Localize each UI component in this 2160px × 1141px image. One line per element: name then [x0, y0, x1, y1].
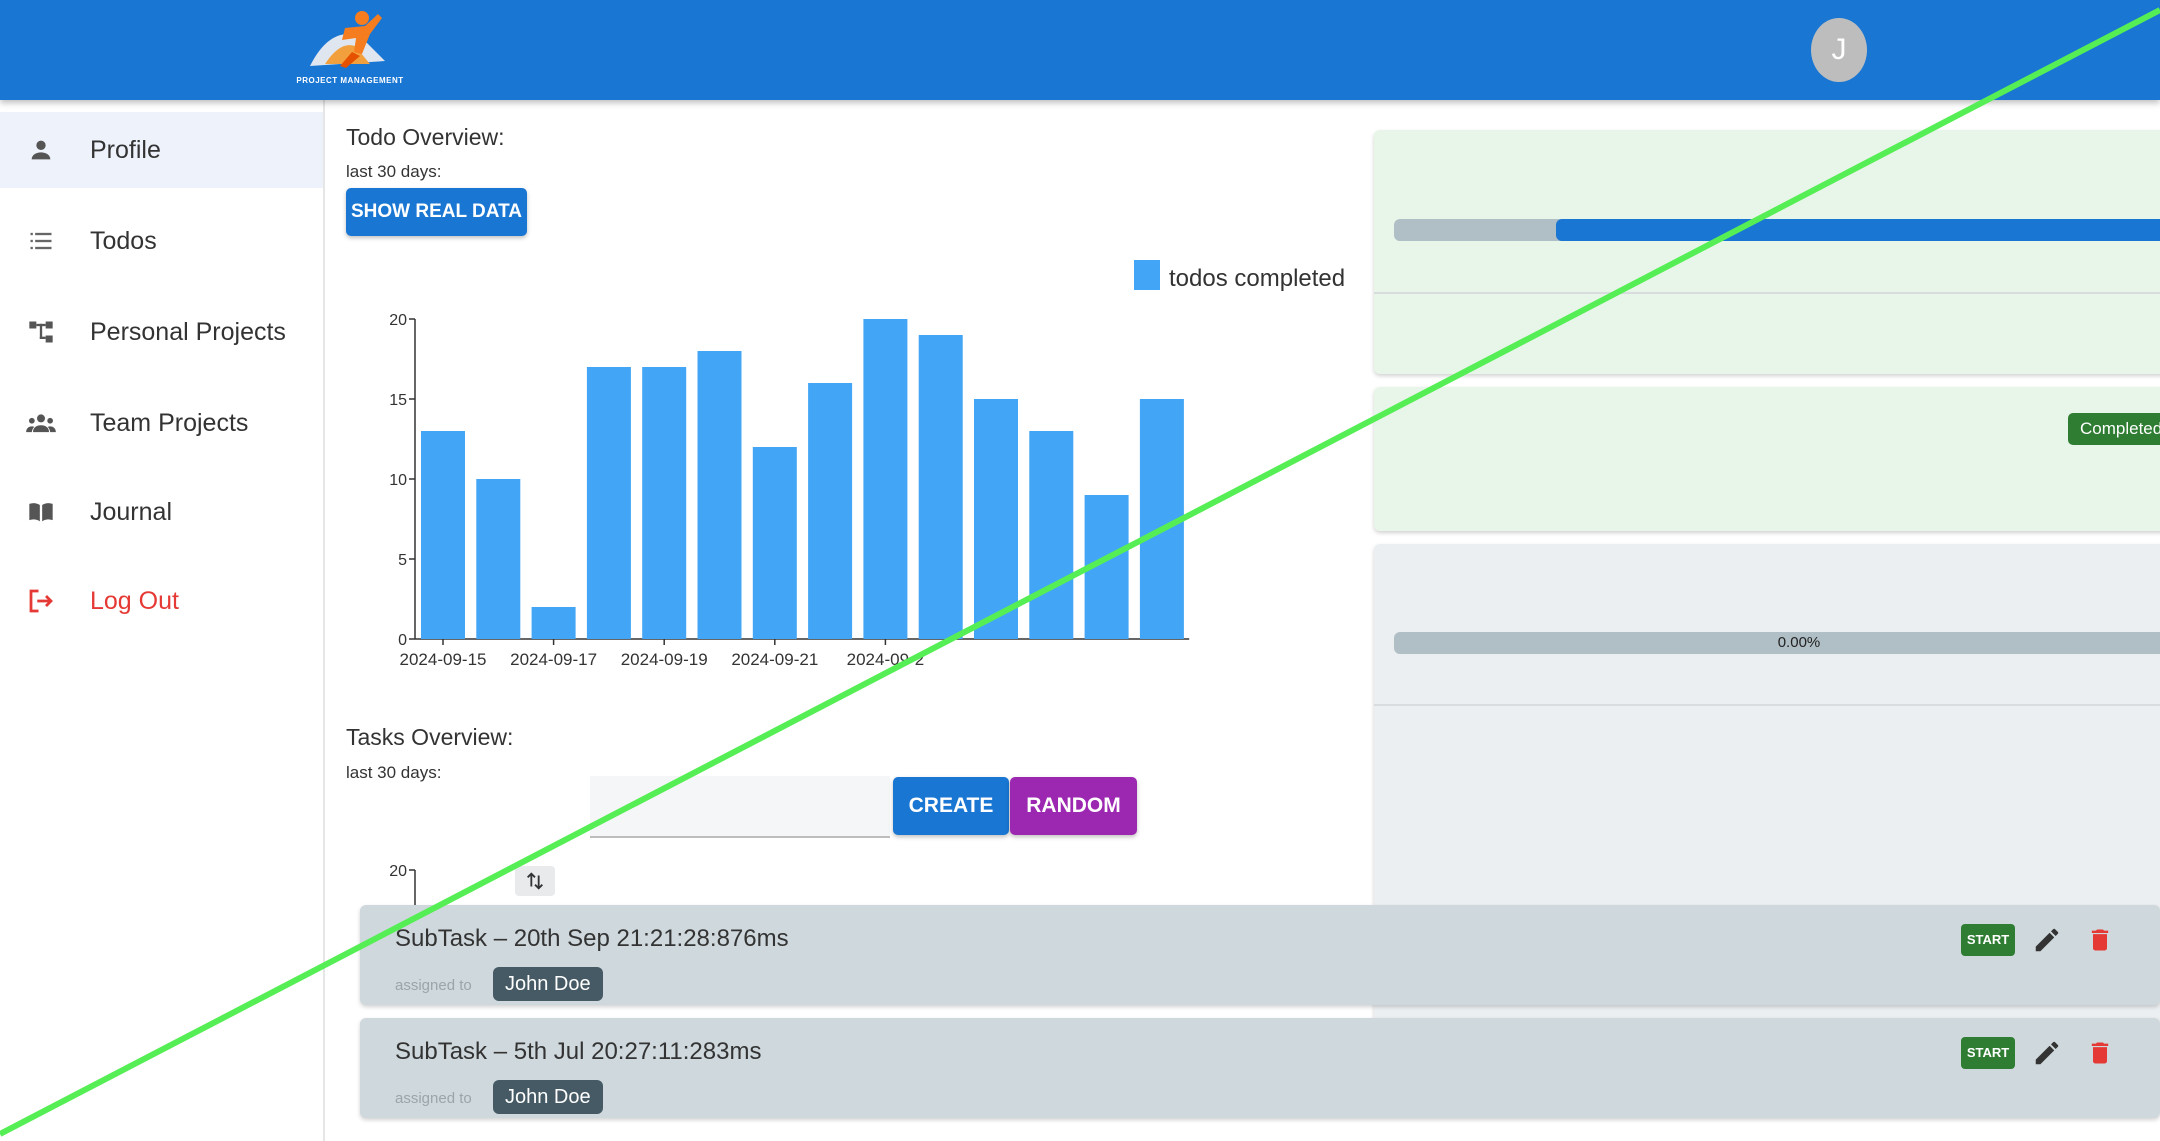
todo-card[interactable]: [1374, 130, 2160, 374]
edit-pencil-icon[interactable]: [2030, 923, 2064, 957]
sort-arrows-icon: [527, 872, 543, 890]
sidebar-item-label: Log Out: [90, 586, 179, 615]
todo-card[interactable]: Completed: [1374, 387, 2160, 531]
book-icon: [24, 495, 58, 529]
sidebar-item-label: Profile: [90, 135, 161, 164]
start-button[interactable]: START: [1961, 924, 2015, 956]
legend-swatch: [1134, 260, 1160, 290]
progress-bar: 0.00%: [1394, 632, 2160, 654]
assigned-label: assigned to: [395, 1090, 472, 1107]
bar-2024-09-17: [531, 607, 576, 639]
assigned-label: assigned to: [395, 977, 472, 994]
random-button[interactable]: RANDOM: [1010, 777, 1137, 835]
progress-text: 0.00%: [1777, 634, 1821, 651]
tasks-overview-title: Tasks Overview:: [346, 724, 514, 750]
user-avatar[interactable]: J: [1811, 18, 1867, 82]
create-button[interactable]: CREATE: [893, 777, 1009, 835]
bar-2024-09-25: [974, 399, 1018, 639]
top-app-bar: PROJECT MANAGEMENT J: [0, 0, 2160, 100]
status-badge: Completed: [2068, 413, 2160, 445]
logo-text: PROJECT MANAGEMENT: [296, 76, 404, 85]
x-tick-label: 2024-09-17: [510, 650, 597, 669]
bar-2024-09-28: [1139, 399, 1184, 639]
bar-2024-09-27: [1084, 495, 1129, 639]
sidebar-item-todos[interactable]: Todos: [0, 203, 323, 279]
sidebar-item-label: Team Projects: [90, 408, 249, 437]
y-tick-label: 10: [389, 472, 407, 489]
bar-2024-09-19: [642, 367, 687, 639]
sidebar-item-profile[interactable]: Profile: [0, 112, 323, 188]
x-tick-label: 2024-09-2: [847, 650, 925, 669]
sort-button[interactable]: [515, 866, 555, 896]
subtask-title: SubTask – 20th Sep 21:21:28:876ms: [395, 925, 789, 952]
y-tick-label: 15: [389, 392, 407, 409]
legend-label: todos completed: [1169, 265, 1345, 292]
main-content: Completed 0.00% Todo Overview: last 30 d…: [327, 100, 2160, 1141]
subtask-title: SubTask – 5th Jul 20:27:11:283ms: [395, 1038, 762, 1065]
delete-icon[interactable]: [2083, 1036, 2117, 1070]
progress-bar: [1394, 219, 2160, 241]
logout-icon: [24, 584, 58, 618]
subtask-item[interactable]: SubTask – 20th Sep 21:21:28:876ms assign…: [360, 905, 2160, 1005]
bar-2024-09-18: [586, 367, 631, 639]
new-task-input[interactable]: [590, 776, 830, 836]
person-icon: [24, 133, 58, 167]
bar-2024-09-24: [918, 335, 963, 639]
x-tick-label: 2024-09-21: [731, 650, 818, 669]
card-divider: [1374, 292, 2160, 294]
assignee-chip[interactable]: John Doe: [493, 1080, 603, 1114]
x-tick-label: 2024-09-19: [621, 650, 708, 669]
sidebar-item-team-projects[interactable]: Team Projects: [0, 385, 323, 461]
edit-pencil-icon[interactable]: [2030, 1036, 2064, 1070]
bar-2024-09-23: [863, 319, 908, 639]
sidebar-item-label: Personal Projects: [90, 317, 286, 346]
sidebar-item-label: Todos: [90, 226, 157, 255]
logo-figure-icon: [310, 11, 385, 68]
sidebar: Profile Todos Personal Projects Team Pro…: [0, 100, 325, 1141]
start-button[interactable]: START: [1961, 1037, 2015, 1069]
y-tick-label: 0: [398, 632, 407, 649]
y-tick-label: 20: [389, 312, 407, 329]
bar-2024-09-16: [476, 479, 521, 639]
account-tree-icon: [24, 315, 58, 349]
bar-2024-09-15: [421, 431, 465, 639]
sidebar-item-journal[interactable]: Journal: [0, 474, 323, 550]
progress-fill: [1556, 219, 2160, 241]
subtask-item[interactable]: SubTask – 5th Jul 20:27:11:283ms assigne…: [360, 1018, 2160, 1118]
delete-icon[interactable]: [2083, 923, 2117, 957]
sidebar-item-label: Journal: [90, 497, 172, 526]
bar-2024-09-22: [808, 383, 853, 639]
groups-icon: [24, 406, 58, 440]
bar-2024-09-21: [752, 447, 797, 639]
assignee-chip[interactable]: John Doe: [493, 967, 603, 1001]
new-task-field[interactable]: [590, 776, 1124, 838]
app-logo[interactable]: PROJECT MANAGEMENT: [290, 6, 410, 90]
bar-2024-09-20: [697, 351, 742, 639]
tasks-overview-subtitle: last 30 days:: [346, 763, 442, 782]
sidebar-item-logout[interactable]: Log Out: [0, 563, 323, 639]
list-icon: [24, 224, 58, 258]
sidebar-item-personal-projects[interactable]: Personal Projects: [0, 294, 323, 370]
tasks-y-tick-label: 20: [389, 863, 407, 880]
y-tick-label: 5: [398, 552, 407, 569]
bar-2024-09-26: [1029, 431, 1074, 639]
card-divider: [1374, 704, 2160, 706]
x-tick-label: 2024-09-15: [400, 650, 487, 669]
